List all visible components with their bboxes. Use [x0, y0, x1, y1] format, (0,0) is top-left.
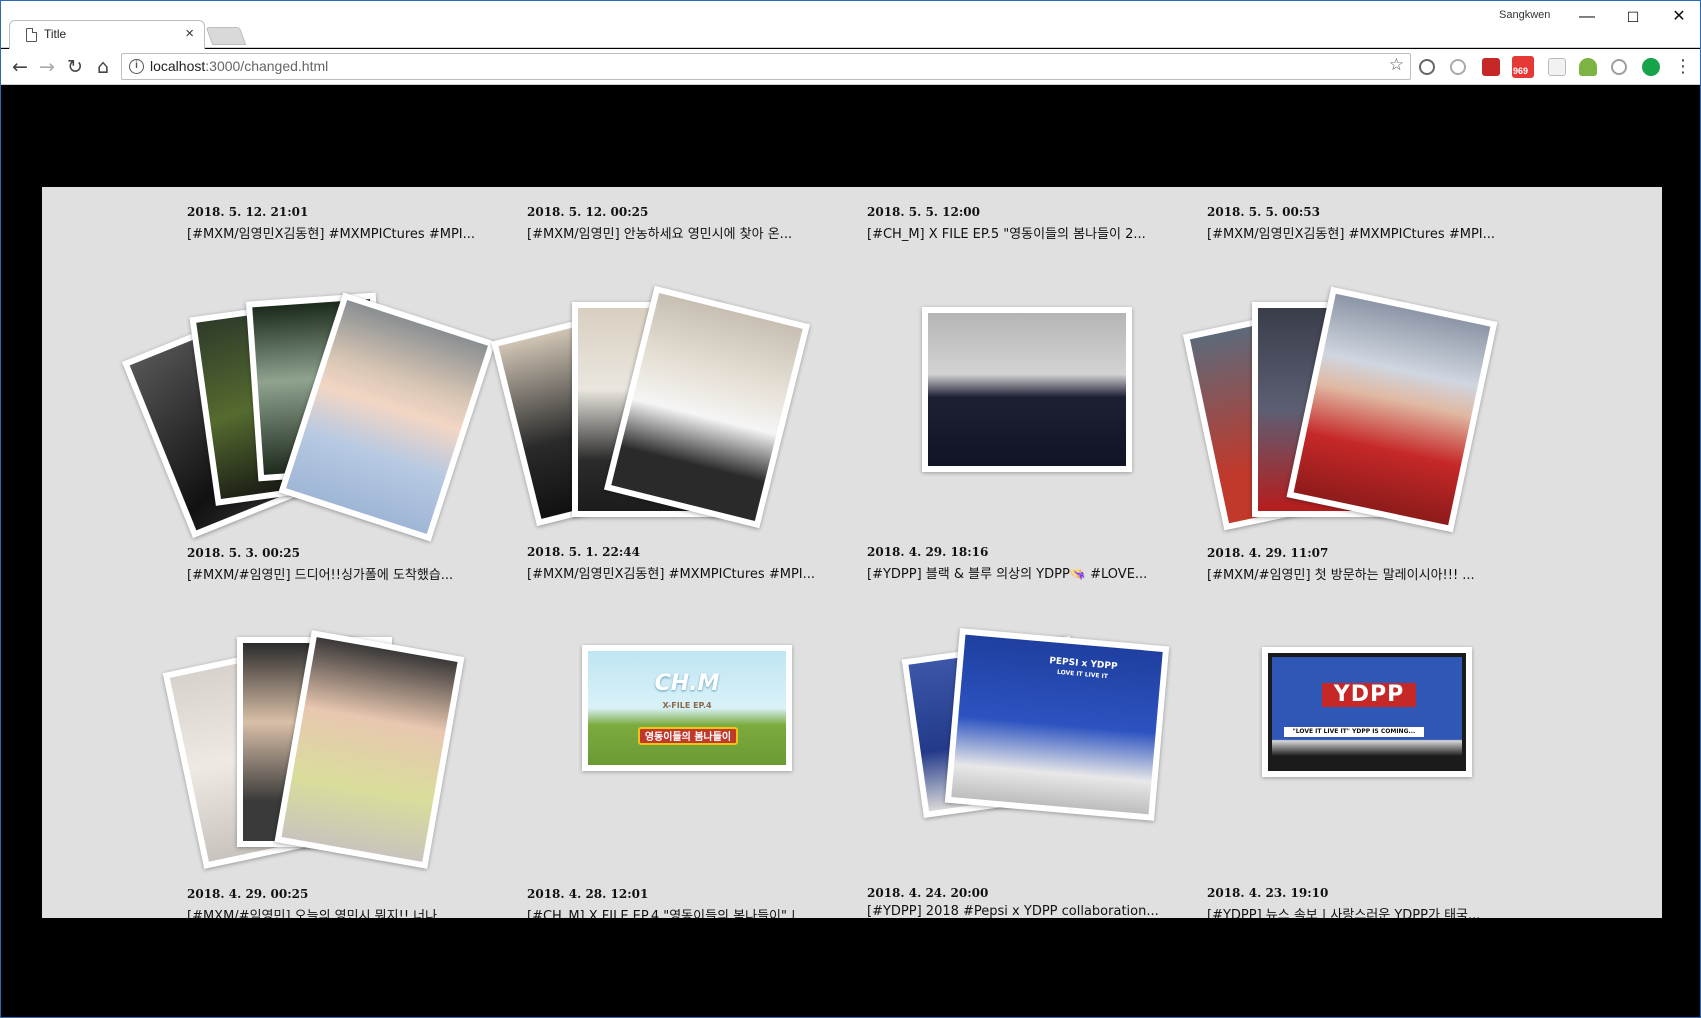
mail-count-badge: 969 — [1513, 66, 1529, 76]
post-thumbnail-2[interactable] — [491, 285, 811, 532]
post-card-2[interactable]: 2018. 5. 12. 00:25 [#MXM/임영민] 안농하세요 영민시에… — [527, 205, 827, 242]
menu-icon[interactable]: ⋮ — [1671, 55, 1695, 79]
post-title[interactable]: [#MXM/#임영민] 오늘의 영민시 뭐지!! 너나... — [187, 905, 485, 918]
post-date: 2018. 5. 12. 00:25 — [527, 205, 649, 219]
chm-logo: CH.M — [654, 671, 720, 696]
forward-icon[interactable]: → — [35, 55, 59, 79]
url-path: :3000/changed.html — [205, 58, 329, 74]
post-card-9[interactable]: 2018. 4. 29. 00:25 [#MXM/#임영민] 오늘의 영민시 뭐… — [187, 887, 487, 918]
recycle-extension-icon[interactable] — [1419, 59, 1435, 75]
post-date: 2018. 4. 29. 11:07 — [1207, 546, 1329, 560]
post-date: 2018. 5. 3. 00:25 — [187, 546, 300, 560]
post-thumbnail-3[interactable] — [922, 307, 1132, 472]
profile-name[interactable]: Sangkwen — [1499, 9, 1550, 21]
post-title[interactable]: [#CH_M] X FILE EP.5 "영동이들의 봄나들이 2... — [867, 223, 1165, 242]
post-card-11[interactable]: 2018. 4. 24. 20:00 [#YDPP] 2018 #Pepsi x… — [867, 886, 1167, 918]
post-date: 2018. 5. 1. 22:44 — [527, 545, 640, 559]
gear-extension-icon[interactable] — [1611, 59, 1627, 75]
video-extension-icon[interactable] — [1482, 58, 1500, 76]
browser-tab[interactable]: Title × — [9, 20, 205, 49]
post-thumbnail-10[interactable]: CH.M X-FILE EP.4 영동이들의 봄나들이 — [582, 645, 792, 771]
post-thumbnail-4[interactable] — [1182, 286, 1512, 533]
post-card-5[interactable]: 2018. 5. 3. 00:25 [#MXM/#임영민] 드디어!!싱가폴에 … — [187, 546, 487, 583]
back-icon[interactable]: ← — [8, 55, 32, 79]
post-card-10[interactable]: 2018. 4. 28. 12:01 [#CH_M] X FILE EP.4 "… — [527, 887, 827, 918]
note-extension-icon[interactable] — [1548, 58, 1566, 76]
group-photo — [928, 313, 1126, 466]
url-host: localhost — [150, 58, 206, 74]
post-date: 2018. 5. 5. 12:00 — [867, 205, 980, 219]
post-date: 2018. 4. 23. 19:10 — [1207, 886, 1329, 900]
post-card-12[interactable]: 2018. 4. 23. 19:10 [#YDPP] 뉴스 속보 | 사랑스러운… — [1207, 886, 1507, 918]
ydpp-logo: YDPP — [1322, 683, 1416, 707]
reload-icon[interactable]: ↻ — [63, 55, 87, 79]
post-thumbnail-9[interactable] — [162, 627, 482, 877]
mail-extension-icon[interactable]: 969 — [1512, 56, 1534, 78]
post-card-3[interactable]: 2018. 5. 5. 12:00 [#CH_M] X FILE EP.5 "영… — [867, 205, 1167, 242]
post-title[interactable]: [#MXM/임영민] 안농하세요 영민시에 찾아 온... — [527, 223, 825, 242]
ydpp-news-frame: YDPP "LOVE IT LIVE IT" YDPP IS COMING... — [1268, 653, 1466, 771]
post-thumbnail-1[interactable] — [121, 287, 496, 542]
post-card-4[interactable]: 2018. 5. 5. 00:53 [#MXM/임영민X김동현] #MXMPIC… — [1207, 205, 1507, 242]
photo-front: PEPSI x YDPP LOVE IT LIVE IT — [944, 628, 1170, 821]
chm-banner-text: 영동이들의 봄나들이 — [638, 727, 738, 745]
url-text[interactable]: localhost:3000/changed.html — [150, 58, 328, 74]
post-title[interactable]: [#MXM/임영민X김동현] #MXMPICtures #MPI... — [527, 563, 825, 582]
post-title[interactable]: [#YDPP] 2018 #Pepsi x YDPP collaboration… — [867, 904, 1165, 918]
browser-window: Title × Sangkwen — ☐ ✕ ← → ↻ ⌂ i localho… — [0, 0, 1701, 1018]
post-title[interactable]: [#MXM/#임영민] 첫 방문하는 말레이시아!!! ... — [1207, 564, 1505, 583]
home-icon[interactable]: ⌂ — [91, 55, 115, 79]
gallery-page: 2018. 5. 12. 21:01 [#MXM/임영민X김동현] #MXMPI… — [42, 187, 1662, 918]
post-title[interactable]: [#MXM/#임영민] 드디어!!싱가폴에 도착했습... — [187, 564, 485, 583]
ydpp-ticker: "LOVE IT LIVE IT" YDPP IS COMING... — [1284, 727, 1424, 737]
post-card-6[interactable]: 2018. 5. 1. 22:44 [#MXM/임영민X김동현] #MXMPIC… — [527, 545, 827, 582]
post-thumbnail-11[interactable]: PEPSI x YDPP LOVE IT LIVE IT — [892, 627, 1212, 847]
post-title[interactable]: [#YDPP] 뉴스 속보 | 사랑스러운 YDPP가 태국... — [1207, 904, 1505, 918]
grammarly-extension-icon[interactable] — [1642, 58, 1660, 76]
post-title[interactable]: [#MXM/임영민X김동현] #MXMPICtures #MPI... — [187, 223, 485, 242]
post-thumbnail-12[interactable]: YDPP "LOVE IT LIVE IT" YDPP IS COMING... — [1262, 647, 1472, 777]
chm-banner: CH.M X-FILE EP.4 영동이들의 봄나들이 — [588, 651, 786, 765]
post-date: 2018. 4. 24. 20:00 — [867, 886, 989, 900]
post-card-8[interactable]: 2018. 4. 29. 11:07 [#MXM/#임영민] 첫 방문하는 말레… — [1207, 546, 1507, 583]
post-date: 2018. 4. 29. 00:25 — [187, 887, 309, 901]
circle-extension-icon[interactable] — [1450, 59, 1466, 75]
post-date: 2018. 4. 29. 18:16 — [867, 545, 989, 559]
browser-toolbar: ← → ↻ ⌂ i localhost:3000/changed.html ☆ … — [1, 49, 1700, 85]
post-title[interactable]: [#MXM/임영민X김동현] #MXMPICtures #MPI... — [1207, 223, 1505, 242]
post-title[interactable]: [#CH_M] X FILE EP.4 "영동이들의 봄나들이" |... — [527, 905, 825, 918]
site-info-icon[interactable]: i — [129, 59, 144, 74]
close-window-button[interactable]: ✕ — [1656, 4, 1701, 30]
android-extension-icon[interactable] — [1579, 58, 1597, 76]
new-tab-button[interactable] — [205, 27, 247, 45]
tab-title: Title — [44, 27, 67, 41]
title-bar: Title × Sangkwen — ☐ ✕ — [1, 1, 1701, 49]
minimize-button[interactable]: — — [1564, 4, 1610, 30]
post-date: 2018. 4. 28. 12:01 — [527, 887, 649, 901]
tab-close-icon[interactable]: × — [185, 25, 194, 42]
post-date: 2018. 5. 12. 21:01 — [187, 205, 309, 219]
maximize-button[interactable]: ☐ — [1610, 4, 1656, 30]
bookmark-star-icon[interactable]: ☆ — [1389, 55, 1404, 75]
post-card-7[interactable]: 2018. 4. 29. 18:16 [#YDPP] 블랙 & 블루 의상의 Y… — [867, 545, 1167, 582]
page-icon — [26, 28, 37, 42]
chm-subtitle: X-FILE EP.4 — [662, 701, 712, 710]
post-date: 2018. 5. 5. 00:53 — [1207, 205, 1320, 219]
post-title[interactable]: [#YDPP] 블랙 & 블루 의상의 YDPP👒 #LOVE... — [867, 563, 1165, 582]
post-card-1[interactable]: 2018. 5. 12. 21:01 [#MXM/임영민X김동현] #MXMPI… — [187, 205, 487, 242]
address-bar[interactable]: i localhost:3000/changed.html ☆ — [121, 53, 1411, 80]
